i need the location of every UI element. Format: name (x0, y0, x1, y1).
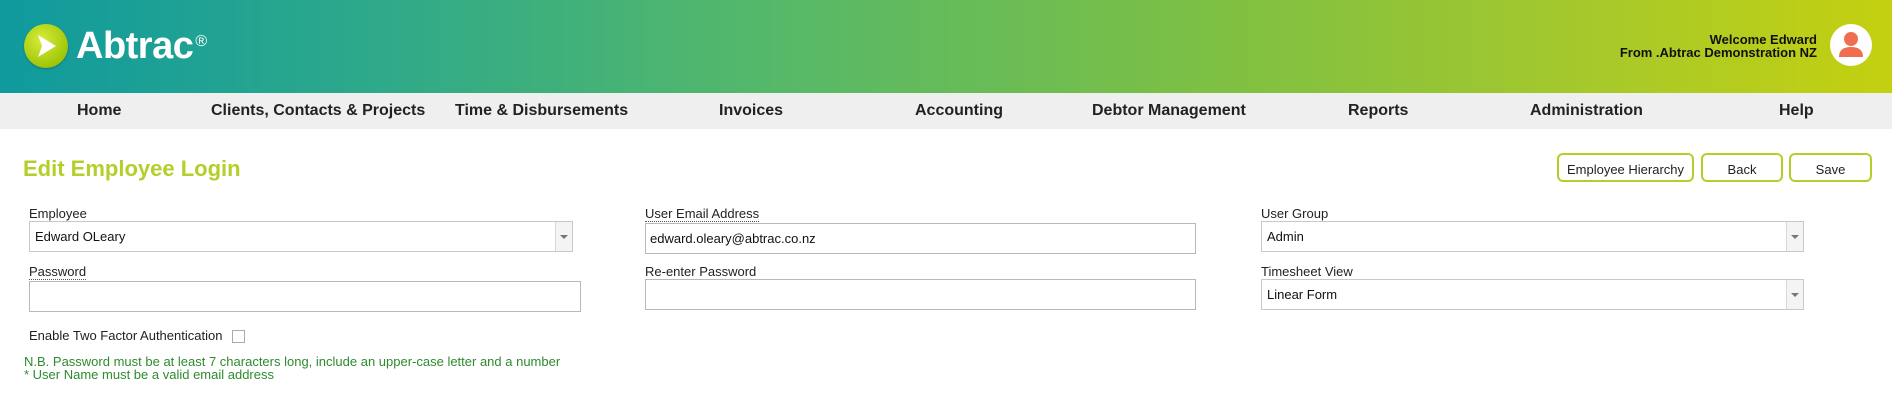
nav-item-help[interactable]: Help (1779, 93, 1814, 129)
app-logo[interactable]: Abtrac ® (24, 23, 207, 69)
timesheet-view-label: Timesheet View (1261, 264, 1353, 279)
nav-item-time-disbursements[interactable]: Time & Disbursements (455, 93, 628, 129)
user-email-label: User Email Address (645, 206, 760, 222)
user-avatar-icon[interactable] (1830, 24, 1872, 66)
two-factor-label: Enable Two Factor Authentication (29, 328, 223, 343)
password-field[interactable] (29, 281, 581, 312)
timesheet-view-select[interactable]: Linear Form (1261, 279, 1804, 310)
main-nav: Home Clients, Contacts & Projects Time &… (0, 93, 1892, 129)
user-group-value: Admin (1267, 229, 1304, 244)
nav-item-accounting[interactable]: Accounting (915, 93, 1003, 129)
nav-item-home[interactable]: Home (77, 93, 121, 129)
save-button[interactable]: Save (1789, 153, 1872, 182)
app-header: Abtrac ® Welcome Edward From .Abtrac Dem… (0, 0, 1892, 93)
chevron-down-icon[interactable] (1786, 280, 1803, 309)
employee-select[interactable]: Edward OLeary (29, 221, 573, 252)
welcome-organisation: From .Abtrac Demonstration NZ (1619, 45, 1817, 60)
username-rule-note: * User Name must be a valid email addres… (24, 367, 274, 382)
timesheet-view-value: Linear Form (1267, 287, 1338, 302)
user-email-field[interactable]: edward.oleary@abtrac.co.nz (645, 223, 1196, 254)
nav-item-clients-contacts-projects[interactable]: Clients, Contacts & Projects (211, 93, 425, 129)
two-factor-checkbox[interactable] (232, 330, 245, 343)
user-group-label: User Group (1261, 206, 1329, 221)
logo-arrow-icon (24, 24, 68, 68)
user-group-select[interactable]: Admin (1261, 221, 1804, 252)
nav-item-invoices[interactable]: Invoices (719, 93, 783, 129)
registered-mark: ® (195, 33, 208, 50)
back-button[interactable]: Back (1701, 153, 1783, 182)
password-label: Password (29, 264, 87, 280)
welcome-text: Welcome Edward From .Abtrac Demonstratio… (1620, 33, 1817, 59)
employee-label: Employee (29, 206, 87, 222)
employee-value: Edward OLeary (35, 229, 126, 244)
employee-hierarchy-button[interactable]: Employee Hierarchy (1557, 153, 1694, 182)
nav-item-debtor-management[interactable]: Debtor Management (1092, 93, 1246, 129)
brand-name: Abtrac (76, 25, 194, 67)
reenter-password-field[interactable] (645, 279, 1196, 310)
chevron-down-icon[interactable] (1786, 222, 1803, 251)
reenter-password-label: Re-enter Password (645, 264, 757, 279)
chevron-down-icon[interactable] (555, 222, 572, 251)
nav-item-administration[interactable]: Administration (1530, 93, 1643, 129)
page-title: Edit Employee Login (23, 156, 241, 181)
nav-item-reports[interactable]: Reports (1348, 93, 1408, 129)
